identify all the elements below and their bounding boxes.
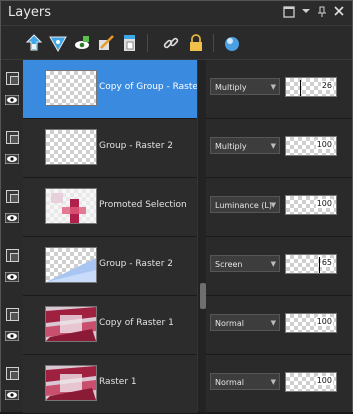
blend-mode-value: Multiply: [215, 142, 247, 151]
close-icon[interactable]: [332, 6, 346, 20]
opacity-value: 100: [315, 317, 333, 326]
eye-visibility-icon[interactable]: [5, 331, 19, 341]
layer-row[interactable]: Group - Raster 2: [23, 119, 197, 178]
opacity-slider[interactable]: 100: [285, 195, 337, 215]
layer-icons: [1, 237, 23, 295]
layer-thumbnail: [45, 129, 97, 165]
layer-properties-icon[interactable]: [121, 34, 139, 52]
layer-row[interactable]: Copy of Raster 1: [23, 296, 197, 355]
lighting-icon[interactable]: [223, 34, 241, 52]
layer-properties-row: Normal ▼ 100: [206, 355, 352, 414]
layer-thumbnail: [45, 70, 97, 106]
eye-visibility-icon[interactable]: [5, 390, 19, 400]
eye-visibility-icon[interactable]: [5, 95, 19, 105]
blend-mode-dropdown[interactable]: Normal ▼: [210, 314, 280, 331]
opacity-marker: [300, 80, 301, 96]
opacity-value: 100: [315, 199, 333, 208]
blend-mode-value: Multiply: [215, 83, 247, 92]
layer-name: Promoted Selection: [99, 200, 187, 210]
opacity-value: 100: [315, 376, 333, 385]
toolbar-separator: [213, 34, 214, 52]
eye-visibility-icon[interactable]: [5, 272, 19, 282]
layer-name: Raster 1: [99, 377, 137, 387]
blend-mode-value: Normal: [215, 378, 244, 387]
opacity-value: 65: [320, 258, 333, 267]
eye-visibility-icon[interactable]: [5, 154, 19, 164]
blend-mode-dropdown[interactable]: Screen ▼: [210, 255, 280, 272]
layer-properties-row: Multiply ▼ 100: [206, 119, 352, 178]
layer-thumbnail: [45, 247, 97, 283]
raster-layer-icon[interactable]: [6, 308, 19, 321]
blend-mode-value: Normal: [215, 319, 244, 328]
new-vector-layer-icon[interactable]: [49, 34, 67, 53]
layer-properties-row: Normal ▼ 100: [206, 296, 352, 355]
panel-title: Layers: [8, 5, 52, 20]
chevron-down-icon: ▼: [270, 83, 276, 91]
maximize-icon[interactable]: [282, 6, 296, 20]
layer-icons: [1, 119, 23, 177]
layer-row[interactable]: Copy of Group - Raster 2: [23, 60, 210, 119]
opacity-slider[interactable]: 65: [285, 254, 337, 274]
new-raster-layer-icon[interactable]: [25, 34, 43, 52]
chevron-down-icon: ▼: [270, 260, 276, 268]
panel-titlebar: Layers: [1, 1, 352, 26]
layer-icons: [1, 60, 23, 118]
chevron-down-icon: ▼: [270, 142, 276, 150]
layers-toolbar: [1, 26, 352, 60]
toolbar-separator: [147, 34, 148, 52]
blend-mode-dropdown[interactable]: Multiply ▼: [210, 137, 280, 154]
opacity-value: 26: [320, 81, 333, 90]
layer-name: Group - Raster 2: [99, 259, 173, 269]
opacity-value: 100: [315, 140, 333, 149]
layer-gutter: [1, 60, 23, 412]
raster-layer-icon[interactable]: [6, 367, 19, 380]
layer-properties-row: Luminance (L) ▼ 100: [206, 178, 352, 237]
blend-mode-dropdown[interactable]: Normal ▼: [210, 373, 280, 390]
layer-row[interactable]: Raster 1: [23, 355, 197, 414]
layer-group-icon[interactable]: [6, 131, 19, 144]
blend-mode-value: Luminance (L): [215, 201, 273, 210]
opacity-slider[interactable]: 100: [285, 372, 337, 392]
lock-icon[interactable]: [187, 34, 205, 52]
layer-properties-row: Multiply ▼ 26: [206, 60, 352, 119]
blend-mode-value: Screen: [215, 260, 243, 269]
blend-mode-dropdown[interactable]: Multiply ▼: [210, 78, 280, 95]
chevron-down-icon: ▼: [270, 319, 276, 327]
layer-thumbnail: [45, 306, 97, 342]
blend-mode-dropdown[interactable]: Luminance (L) ▼: [210, 196, 280, 213]
layer-thumbnail: [45, 365, 97, 401]
chevron-down-icon: ▼: [270, 378, 276, 386]
visibility-icon[interactable]: [73, 34, 91, 52]
dropdown-icon[interactable]: [299, 6, 313, 20]
layer-group-icon[interactable]: [6, 72, 19, 85]
layer-name: Group - Raster 2: [99, 141, 173, 151]
edit-mask-icon[interactable]: [97, 34, 115, 52]
layer-row[interactable]: Promoted Selection: [23, 178, 197, 237]
opacity-slider[interactable]: 26: [285, 77, 337, 97]
eye-visibility-icon[interactable]: [5, 213, 19, 223]
opacity-slider[interactable]: 100: [285, 136, 337, 156]
link-icon[interactable]: [162, 34, 180, 52]
pin-icon[interactable]: [315, 6, 329, 20]
layer-thumbnail: [45, 188, 97, 224]
layer-icons: [1, 178, 23, 236]
layer-name: Copy of Group - Raster 2: [99, 82, 211, 92]
layer-group-icon[interactable]: [6, 249, 19, 262]
layers-panel: Layers Copy of Group - Raster 2 Group - …: [0, 0, 353, 414]
layer-name: Copy of Raster 1: [99, 318, 174, 328]
layer-row[interactable]: Group - Raster 2: [23, 237, 197, 296]
layer-properties-row: Screen ▼ 65: [206, 237, 352, 296]
layer-icons: [1, 296, 23, 354]
layer-list: Copy of Group - Raster 2 Group - Raster 2…: [23, 60, 210, 414]
layer-properties-column: Multiply ▼ 26 Multiply ▼ 100 Luminance (L) ▼ 100…: [206, 60, 352, 414]
chevron-down-icon: ▼: [270, 201, 276, 209]
layer-icons: [1, 355, 23, 413]
layer-group-icon[interactable]: [6, 190, 19, 203]
opacity-slider[interactable]: 100: [285, 313, 337, 333]
